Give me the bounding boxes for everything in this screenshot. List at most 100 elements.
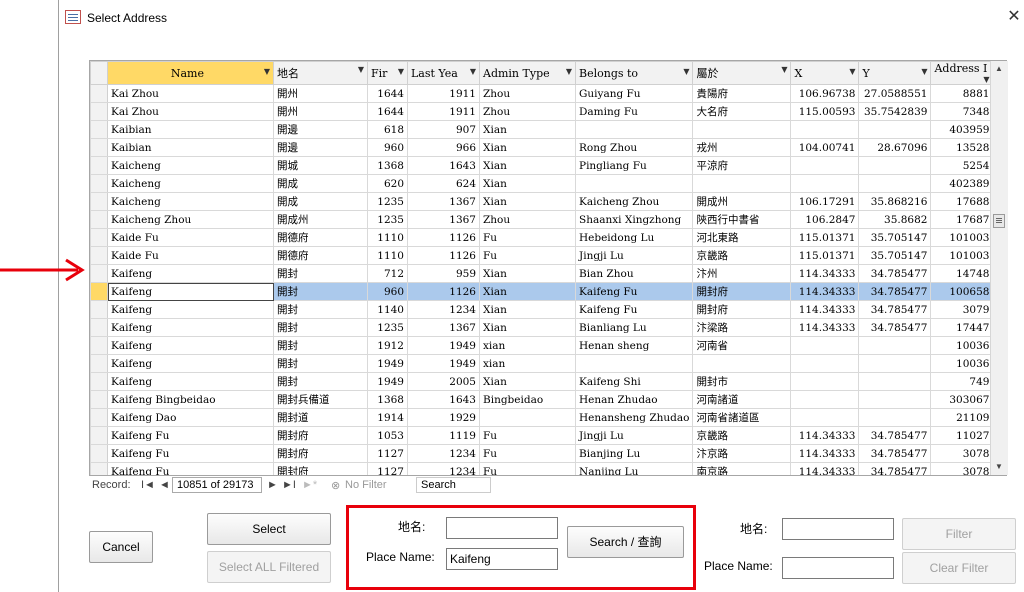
select-all-corner[interactable] bbox=[90, 61, 108, 85]
cell-belongs-to-chinese[interactable]: 京畿路 bbox=[692, 246, 792, 265]
cell-address-id[interactable]: 17687 bbox=[930, 210, 994, 229]
cell-y[interactable]: 28.67096 bbox=[858, 138, 932, 157]
cell-chinese-name[interactable]: 開城 bbox=[273, 156, 368, 175]
cell-address-id[interactable]: 101003 bbox=[930, 228, 994, 247]
row-selector[interactable] bbox=[90, 408, 108, 427]
cell-y[interactable]: 27.0588551 bbox=[858, 84, 932, 103]
row-selector[interactable] bbox=[90, 138, 108, 157]
cell-chinese-name[interactable]: 開封 bbox=[273, 282, 368, 301]
column-header-address-id[interactable]: Address I ▼ bbox=[930, 61, 994, 85]
record-number-input[interactable]: 10851 of 29173 bbox=[172, 477, 262, 493]
cell-name[interactable]: Kaibian bbox=[107, 138, 274, 157]
no-filter-button[interactable]: No Filter bbox=[345, 479, 387, 491]
cell-name[interactable]: Kaifeng Bingbeidao bbox=[107, 390, 274, 409]
table-row[interactable]: Kaicheng Zhou 開成州 1235 1367 Zhou Shaanxi Xing… bbox=[90, 210, 994, 229]
table-row[interactable]: Kaifeng Fu 開封府 1127 1234 Fu Bianjing Lu 汴京路 114… bbox=[90, 444, 994, 463]
cell-name[interactable]: Kaifeng Dao bbox=[107, 408, 274, 427]
cell-first-year[interactable]: 1368 bbox=[367, 390, 408, 409]
column-dropdown-icon[interactable]: ▼ bbox=[921, 67, 927, 76]
cell-y[interactable] bbox=[858, 408, 932, 427]
cell-first-year[interactable]: 1914 bbox=[367, 408, 408, 427]
cell-x[interactable] bbox=[790, 372, 860, 391]
select-button[interactable]: Select bbox=[207, 513, 331, 545]
cell-last-year[interactable]: 1234 bbox=[407, 444, 480, 463]
cell-address-id[interactable]: 10036 bbox=[930, 336, 994, 355]
cell-last-year[interactable]: 1234 bbox=[407, 300, 480, 319]
filter-place-name-input[interactable] bbox=[782, 557, 894, 579]
cell-address-id[interactable]: 402389 bbox=[930, 174, 994, 193]
cell-belongs-to-chinese[interactable]: 開封府 bbox=[692, 300, 792, 319]
cell-x[interactable] bbox=[790, 174, 860, 193]
cell-last-year[interactable]: 1367 bbox=[407, 192, 480, 211]
cell-admin-type[interactable]: Xian bbox=[479, 264, 576, 283]
cell-belongs-to-chinese[interactable]: 開封市 bbox=[692, 372, 792, 391]
close-icon[interactable]: ✕ bbox=[1003, 6, 1024, 28]
cell-belongs-to[interactable]: Jingji Lu bbox=[574, 426, 694, 445]
cell-admin-type[interactable]: Zhou bbox=[479, 102, 576, 121]
cell-x[interactable]: 115.01371 bbox=[790, 246, 860, 265]
cell-first-year[interactable]: 1235 bbox=[367, 318, 408, 337]
table-row[interactable]: Kaifeng 開封 960 1126 Xian Kaifeng Fu 開封府 114.343… bbox=[90, 282, 994, 301]
cell-name[interactable]: Kaifeng bbox=[107, 372, 274, 391]
cell-y[interactable] bbox=[858, 390, 932, 409]
cell-address-id[interactable]: 403959 bbox=[930, 120, 994, 139]
cell-first-year[interactable]: 1235 bbox=[367, 192, 408, 211]
first-record-icon[interactable]: I◄ bbox=[141, 479, 155, 491]
row-selector[interactable] bbox=[90, 282, 108, 301]
cell-first-year[interactable]: 1053 bbox=[367, 426, 408, 445]
filter-button[interactable]: Filter bbox=[902, 518, 1016, 550]
table-row[interactable]: Kaifeng 開封 1949 1949 xian 10036 bbox=[90, 354, 994, 373]
cell-address-id[interactable]: 13528 bbox=[930, 138, 994, 157]
row-selector[interactable] bbox=[90, 210, 108, 229]
cell-last-year[interactable]: 1119 bbox=[407, 426, 480, 445]
cell-y[interactable]: 34.785477 bbox=[858, 444, 932, 463]
cell-y[interactable]: 34.785477 bbox=[858, 462, 932, 475]
column-header-name[interactable]: Name ▼ bbox=[107, 61, 274, 85]
table-row[interactable]: Kai Zhou 開州 1644 1911 Zhou Guiyang Fu 貴陽府 106.9… bbox=[90, 84, 994, 103]
cell-x[interactable]: 114.34333 bbox=[790, 462, 860, 475]
cell-admin-type[interactable]: xian bbox=[479, 354, 576, 373]
cell-x[interactable]: 114.34333 bbox=[790, 318, 860, 337]
cell-admin-type[interactable]: Fu bbox=[479, 462, 576, 475]
cell-name[interactable]: Kaicheng Zhou bbox=[107, 210, 274, 229]
cell-y[interactable]: 35.705147 bbox=[858, 228, 932, 247]
column-dropdown-icon[interactable]: ▼ bbox=[398, 67, 404, 76]
row-selector[interactable] bbox=[90, 120, 108, 139]
cell-x[interactable]: 114.34333 bbox=[790, 444, 860, 463]
cell-first-year[interactable]: 1912 bbox=[367, 336, 408, 355]
cell-belongs-to-chinese[interactable] bbox=[692, 120, 792, 139]
cell-y[interactable]: 35.868216 bbox=[858, 192, 932, 211]
cell-chinese-name[interactable]: 開封府 bbox=[273, 426, 368, 445]
cell-belongs-to-chinese[interactable]: 平涼府 bbox=[692, 156, 792, 175]
vertical-scrollbar[interactable]: ▲ ▼ bbox=[990, 61, 1008, 475]
row-selector[interactable] bbox=[90, 102, 108, 121]
cell-belongs-to-chinese[interactable]: 汴京路 bbox=[692, 444, 792, 463]
cell-last-year[interactable]: 1126 bbox=[407, 228, 480, 247]
cell-y[interactable]: 34.785477 bbox=[858, 264, 932, 283]
cell-address-id[interactable]: 3078 bbox=[930, 444, 994, 463]
cell-last-year[interactable]: 966 bbox=[407, 138, 480, 157]
cell-chinese-name[interactable]: 開封 bbox=[273, 300, 368, 319]
scroll-up-icon[interactable]: ▲ bbox=[991, 61, 1007, 77]
cell-chinese-name[interactable]: 開邊 bbox=[273, 138, 368, 157]
table-row[interactable]: Kaifeng 開封 1912 1949 xian Henan sheng 河南省 10036 bbox=[90, 336, 994, 355]
cell-admin-type[interactable]: xian bbox=[479, 336, 576, 355]
cell-address-id[interactable]: 17688 bbox=[930, 192, 994, 211]
prev-record-icon[interactable]: ◄ bbox=[159, 479, 170, 491]
cell-belongs-to-chinese[interactable]: 河南省諸道區 bbox=[692, 408, 792, 427]
cell-belongs-to[interactable] bbox=[574, 174, 694, 193]
table-row[interactable]: Kaifeng Dao 開封道 1914 1929 Henansheng Zhudao 河… bbox=[90, 408, 994, 427]
cell-first-year[interactable]: 1235 bbox=[367, 210, 408, 229]
cell-x[interactable]: 114.34333 bbox=[790, 264, 860, 283]
cell-belongs-to[interactable]: Kaifeng Fu bbox=[574, 282, 694, 301]
cell-name[interactable]: Kaifeng Fu bbox=[107, 426, 274, 445]
table-row[interactable]: Kaifeng 開封 712 959 Xian Bian Zhou 汴州 114.34333 3… bbox=[90, 264, 994, 283]
cell-chinese-name[interactable]: 開州 bbox=[273, 84, 368, 103]
cell-last-year[interactable]: 959 bbox=[407, 264, 480, 283]
cell-name[interactable]: Kaifeng bbox=[107, 282, 274, 301]
cell-first-year[interactable]: 1140 bbox=[367, 300, 408, 319]
cell-name[interactable]: Kaide Fu bbox=[107, 228, 274, 247]
table-row[interactable]: Kaifeng Fu 開封府 1053 1119 Fu Jingji Lu 京畿路 114.3… bbox=[90, 426, 994, 445]
cell-admin-type[interactable]: Xian bbox=[479, 174, 576, 193]
cell-y[interactable]: 35.8682 bbox=[858, 210, 932, 229]
